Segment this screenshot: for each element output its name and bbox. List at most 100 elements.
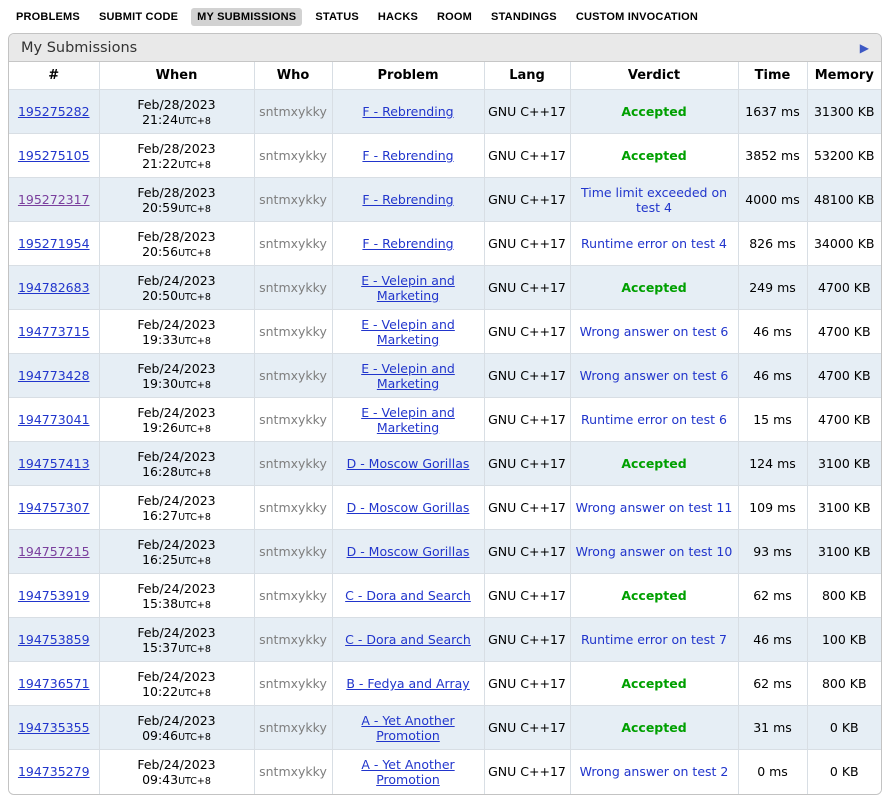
submission-author-link[interactable]: sntmxykky (259, 588, 327, 603)
submission-author-link[interactable]: sntmxykky (259, 280, 327, 295)
submission-time: 0 ms (738, 750, 807, 794)
submission-when: Feb/24/2023 09:46UTC+8 (99, 706, 254, 750)
submission-when: Feb/24/2023 20:50UTC+8 (99, 266, 254, 310)
submission-memory: 4700 KB (807, 266, 881, 310)
submission-problem-link[interactable]: D - Moscow Gorillas (347, 500, 470, 515)
top-nav: PROBLEMS SUBMIT CODE MY SUBMISSIONS STATUS H… (0, 0, 890, 31)
submission-problem-link[interactable]: F - Rebrending (362, 236, 453, 251)
submission-author-link[interactable]: sntmxykky (259, 236, 327, 251)
submission-author-link[interactable]: sntmxykky (259, 192, 327, 207)
submission-id-link[interactable]: 194757307 (18, 500, 90, 515)
submission-id-link[interactable]: 194757215 (18, 544, 90, 559)
submission-author-link[interactable]: sntmxykky (259, 324, 327, 339)
submission-row: 194757215 Feb/24/2023 16:25UTC+8 sntmxyk… (9, 530, 881, 574)
submission-time: 46 ms (738, 618, 807, 662)
nav-item-standings[interactable]: STANDINGS (485, 8, 563, 26)
submission-author-link[interactable]: sntmxykky (259, 676, 327, 691)
submission-author-link[interactable]: sntmxykky (259, 412, 327, 427)
submission-problem-link[interactable]: C - Dora and Search (345, 588, 471, 603)
submission-memory: 31300 KB (807, 90, 881, 134)
submission-id-link[interactable]: 194735279 (18, 764, 90, 779)
submission-when: Feb/24/2023 19:33UTC+8 (99, 310, 254, 354)
submission-id-link[interactable]: 194773715 (18, 324, 90, 339)
nav-item-submit-code[interactable]: SUBMIT CODE (93, 8, 184, 26)
submission-time: 4000 ms (738, 178, 807, 222)
submission-problem-link[interactable]: D - Moscow Gorillas (347, 456, 470, 471)
column-header-lang: Lang (484, 62, 570, 90)
nav-item-room[interactable]: ROOM (431, 8, 478, 26)
submission-id-link[interactable]: 195271954 (18, 236, 90, 251)
submission-id-link[interactable]: 195275105 (18, 148, 90, 163)
submission-row: 194782683 Feb/24/2023 20:50UTC+8 sntmxyk… (9, 266, 881, 310)
submission-time: 62 ms (738, 662, 807, 706)
submission-id-link[interactable]: 194736571 (18, 676, 90, 691)
submission-time: 46 ms (738, 310, 807, 354)
submission-problem-link[interactable]: E - Velepin and Marketing (361, 273, 455, 303)
submission-id-link[interactable]: 194773428 (18, 368, 90, 383)
submission-memory: 800 KB (807, 574, 881, 618)
submission-verdict: Accepted (621, 148, 686, 163)
nav-item-my-submissions[interactable]: MY SUBMISSIONS (191, 8, 302, 26)
submission-row: 194757307 Feb/24/2023 16:27UTC+8 sntmxyk… (9, 486, 881, 530)
submission-id-link[interactable]: 194753919 (18, 588, 90, 603)
submission-lang: GNU C++17 (484, 222, 570, 266)
expand-arrow-icon[interactable]: ▶ (860, 42, 871, 54)
submission-lang: GNU C++17 (484, 662, 570, 706)
submission-time: 62 ms (738, 574, 807, 618)
submission-time: 826 ms (738, 222, 807, 266)
submission-problem-link[interactable]: B - Fedya and Array (346, 676, 469, 691)
submission-problem-link[interactable]: E - Velepin and Marketing (361, 317, 455, 347)
submission-id-link[interactable]: 195272317 (18, 192, 90, 207)
submission-row: 194773715 Feb/24/2023 19:33UTC+8 sntmxyk… (9, 310, 881, 354)
submission-id-link[interactable]: 194773041 (18, 412, 90, 427)
nav-item-status[interactable]: STATUS (309, 8, 365, 26)
submission-id-link[interactable]: 194757413 (18, 456, 90, 471)
submission-problem-link[interactable]: E - Velepin and Marketing (361, 405, 455, 435)
submission-lang: GNU C++17 (484, 486, 570, 530)
submission-problem-link[interactable]: D - Moscow Gorillas (347, 544, 470, 559)
submission-problem-link[interactable]: A - Yet Another Promotion (361, 713, 454, 743)
nav-item-hacks[interactable]: HACKS (372, 8, 424, 26)
submission-id-link[interactable]: 194753859 (18, 632, 90, 647)
submission-memory: 800 KB (807, 662, 881, 706)
submission-author-link[interactable]: sntmxykky (259, 456, 327, 471)
submission-lang: GNU C++17 (484, 574, 570, 618)
submission-problem-link[interactable]: F - Rebrending (362, 148, 453, 163)
nav-item-custom-invocation[interactable]: CUSTOM INVOCATION (570, 8, 704, 26)
submission-author-link[interactable]: sntmxykky (259, 104, 327, 119)
submission-author-link[interactable]: sntmxykky (259, 632, 327, 647)
submission-memory: 4700 KB (807, 354, 881, 398)
submission-row: 194753919 Feb/24/2023 15:38UTC+8 sntmxyk… (9, 574, 881, 618)
page-title: My Submissions (21, 40, 137, 56)
submission-time: 15 ms (738, 398, 807, 442)
submission-verdict: Accepted (621, 720, 686, 735)
submission-problem-link[interactable]: A - Yet Another Promotion (361, 757, 454, 787)
column-header-memory: Memory (807, 62, 881, 90)
submission-id-link[interactable]: 195275282 (18, 104, 90, 119)
submission-row: 194735355 Feb/24/2023 09:46UTC+8 sntmxyk… (9, 706, 881, 750)
submission-author-link[interactable]: sntmxykky (259, 764, 327, 779)
submission-lang: GNU C++17 (484, 134, 570, 178)
submission-id-link[interactable]: 194735355 (18, 720, 90, 735)
submission-author-link[interactable]: sntmxykky (259, 720, 327, 735)
submission-author-link[interactable]: sntmxykky (259, 500, 327, 515)
submission-problem-link[interactable]: F - Rebrending (362, 192, 453, 207)
submission-memory: 34000 KB (807, 222, 881, 266)
submission-row: 195272317 Feb/28/2023 20:59UTC+8 sntmxyk… (9, 178, 881, 222)
nav-item-problems[interactable]: PROBLEMS (10, 8, 86, 26)
submission-memory: 100 KB (807, 618, 881, 662)
submission-lang: GNU C++17 (484, 442, 570, 486)
submission-author-link[interactable]: sntmxykky (259, 148, 327, 163)
submission-problem-link[interactable]: F - Rebrending (362, 104, 453, 119)
submission-id-link[interactable]: 194782683 (18, 280, 90, 295)
column-header-: # (9, 62, 99, 90)
submission-lang: GNU C++17 (484, 90, 570, 134)
submission-problem-link[interactable]: E - Velepin and Marketing (361, 361, 455, 391)
submission-when: Feb/28/2023 21:22UTC+8 (99, 134, 254, 178)
submission-problem-link[interactable]: C - Dora and Search (345, 632, 471, 647)
submission-when: Feb/24/2023 19:26UTC+8 (99, 398, 254, 442)
submission-memory: 0 KB (807, 706, 881, 750)
submission-author-link[interactable]: sntmxykky (259, 368, 327, 383)
submission-time: 1637 ms (738, 90, 807, 134)
submission-author-link[interactable]: sntmxykky (259, 544, 327, 559)
